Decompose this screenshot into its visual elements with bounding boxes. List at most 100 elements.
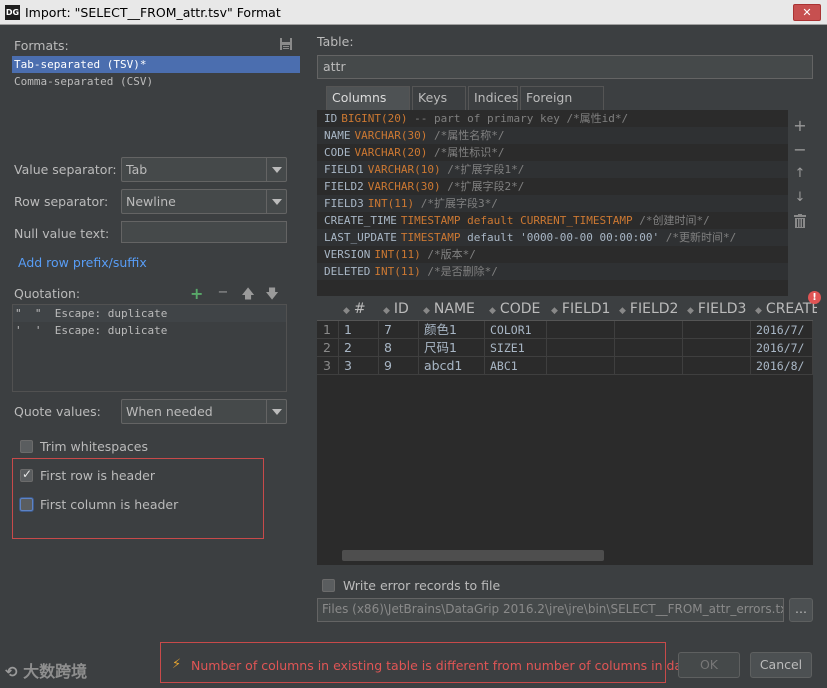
grid-header-cell[interactable]: ◆ FIELD3 — [687, 297, 755, 321]
formats-list[interactable]: Tab-separated (TSV)* Comma-separated (CS… — [12, 56, 300, 156]
table-row[interactable]: 1 1 7 颜色1 COLOR1 2016/7/ — [317, 321, 813, 339]
first-column-header-checkbox[interactable] — [20, 498, 33, 511]
column-definition-row[interactable]: CODE VARCHAR(20) /*属性标识*/ — [317, 144, 788, 161]
remove-column-icon[interactable]: − — [792, 140, 808, 159]
cell-id[interactable]: 9 — [379, 357, 419, 375]
first-row-header-checkbox[interactable] — [20, 467, 33, 482]
column-type: VARCHAR — [354, 146, 401, 159]
column-args: (30) — [400, 129, 428, 142]
cell-name[interactable]: 颜色1 — [419, 321, 485, 339]
tab-foreign-keys[interactable]: Foreign Keys — [520, 86, 604, 127]
cell-hash[interactable]: 2 — [339, 339, 379, 357]
column-definition-row[interactable]: VERSION INT(11) /*版本*/ — [317, 246, 788, 263]
add-column-icon[interactable]: + — [792, 116, 808, 135]
table-row[interactable]: 3 3 9 abcd1 ABC1 2016/8/ — [317, 357, 813, 375]
error-file-path-input[interactable]: Files (x86)\JetBrains\DataGrip 2016.2\jr… — [317, 598, 784, 622]
row-separator-combo[interactable]: Newline — [121, 189, 287, 214]
cell-f3[interactable] — [683, 357, 751, 375]
column-comment: /*扩展字段1*/ — [440, 163, 525, 176]
quote-values-combo[interactable]: When needed — [121, 399, 287, 424]
grid-header-cell[interactable]: ◆CREATE_ — [755, 297, 817, 321]
table-row[interactable]: 2 2 8 尺码1 SIZE1 2016/7/ — [317, 339, 813, 357]
tab-keys[interactable]: Keys (1) — [412, 86, 466, 127]
column-definition-row[interactable]: FIELD1 VARCHAR(10) /*扩展字段1*/ — [317, 161, 788, 178]
column-definition-row[interactable]: FIELD3 INT(11) /*扩展字段3*/ — [317, 195, 788, 212]
quotation-row-double[interactable]: " " Escape: duplicate — [13, 305, 286, 322]
move-down-icon[interactable]: ↓ — [792, 190, 808, 205]
grid-header-cell[interactable]: ◆ FIELD1 — [551, 297, 619, 321]
cancel-button[interactable]: Cancel — [750, 652, 812, 678]
quotation-row-single[interactable]: ' ' Escape: duplicate — [13, 322, 286, 339]
cell-f3[interactable] — [683, 321, 751, 339]
first-row-header-label: First row is header — [40, 468, 155, 483]
column-definition-row[interactable]: FIELD2 VARCHAR(30) /*扩展字段2*/ — [317, 178, 788, 195]
table-name-input[interactable]: attr — [317, 55, 813, 79]
trim-whitespaces-checkbox[interactable] — [20, 440, 33, 453]
columns-sql-list[interactable]: ID BIGINT(20) -- part of primary key /*属性… — [317, 110, 788, 296]
cell-code[interactable]: COLOR1 — [485, 321, 547, 339]
save-format-icon[interactable] — [279, 37, 293, 51]
cell-f1[interactable] — [547, 321, 615, 339]
trash-icon[interactable] — [792, 214, 808, 231]
close-window-button[interactable]: ✕ — [793, 4, 821, 21]
cell-code[interactable]: SIZE1 — [485, 339, 547, 357]
cell-f2[interactable] — [615, 357, 683, 375]
column-args: (10) — [414, 163, 441, 176]
table-label: Table: — [317, 34, 354, 49]
column-type: VARCHAR — [354, 129, 401, 142]
cell-name[interactable]: 尺码1 — [419, 339, 485, 357]
column-name: CODE — [324, 146, 351, 159]
sort-icon: ◆ — [489, 306, 496, 316]
cell-f1[interactable] — [547, 339, 615, 357]
column-name: DELETED — [324, 265, 371, 278]
grid-header-cell[interactable]: ◆ ID — [383, 297, 423, 321]
preview-grid[interactable]: ◆ # ◆ ID ◆ NAME ◆ CODE ◆ FIELD1 ◆ FIELD2 ◆ FIELD3 ◆ CRE… — [317, 297, 817, 565]
add-row-prefix-suffix-link[interactable]: Add row prefix/suffix — [18, 255, 147, 270]
format-item-csv[interactable]: Comma-separated (CSV) — [12, 73, 300, 90]
move-up-icon[interactable]: ↑ — [792, 166, 808, 181]
value-separator-combo[interactable]: Tab — [121, 157, 287, 182]
column-definition-row[interactable]: NAME VARCHAR(30) /*属性名称*/ — [317, 127, 788, 144]
remove-quotation-icon[interactable]: − — [215, 285, 231, 300]
write-error-records-label: Write error records to file — [343, 578, 501, 593]
column-definition-row[interactable]: DELETED INT(11) /*是否删除*/ — [317, 263, 788, 280]
column-definition-row[interactable]: ID BIGINT(20) -- part of primary key /*属性… — [317, 110, 788, 127]
cell-id[interactable]: 7 — [379, 321, 419, 339]
column-type: INT — [367, 197, 388, 210]
cell-create[interactable]: 2016/7/ — [751, 321, 813, 339]
formats-label: Formats: — [14, 38, 69, 53]
horizontal-scrollbar[interactable] — [342, 550, 604, 561]
column-comment: /*扩展字段2*/ — [440, 180, 525, 193]
null-value-input[interactable] — [121, 221, 287, 243]
column-args: (20) — [381, 112, 408, 125]
column-args: (11) — [394, 248, 421, 261]
cell-code[interactable]: ABC1 — [485, 357, 547, 375]
grid-header-cell[interactable]: ◆ FIELD2 — [619, 297, 687, 321]
write-error-records-checkbox[interactable] — [322, 579, 335, 592]
format-item-tsv[interactable]: Tab-separated (TSV)* — [12, 56, 300, 73]
column-comment: /*版本*/ — [420, 248, 476, 261]
cell-create[interactable]: 2016/7/ — [751, 339, 813, 357]
cell-id[interactable]: 8 — [379, 339, 419, 357]
cell-hash[interactable]: 1 — [339, 321, 379, 339]
grid-header-cell[interactable]: ◆ NAME — [423, 297, 489, 321]
add-quotation-icon[interactable]: + — [190, 284, 206, 303]
title-bar: DG Import: "SELECT__FROM_attr.tsv" Forma… — [0, 0, 827, 25]
cell-create[interactable]: 2016/8/ — [751, 357, 813, 375]
cell-name[interactable]: abcd1 — [419, 357, 485, 375]
cell-f2[interactable] — [615, 321, 683, 339]
ok-button[interactable]: OK — [678, 652, 740, 678]
browse-button[interactable]: ... — [789, 598, 813, 622]
row-separator-label: Row separator: — [14, 194, 109, 209]
column-definition-row[interactable]: LAST_UPDATE TIMESTAMP default '0000-00-00… — [317, 229, 788, 246]
cell-hash[interactable]: 3 — [339, 357, 379, 375]
tab-indices[interactable]: Indices — [468, 86, 518, 110]
grid-header-cell[interactable]: ◆ CODE — [489, 297, 551, 321]
cell-f2[interactable] — [615, 339, 683, 357]
cell-f3[interactable] — [683, 339, 751, 357]
column-definition-row[interactable]: CREATE_TIME TIMESTAMP default CURRENT_TIM… — [317, 212, 788, 229]
tab-columns[interactable]: Columns (10) — [326, 86, 410, 127]
quotation-list[interactable]: " " Escape: duplicate ' ' Escape: duplic… — [12, 304, 287, 392]
grid-header-cell[interactable]: ◆ # — [343, 297, 383, 321]
cell-f1[interactable] — [547, 357, 615, 375]
